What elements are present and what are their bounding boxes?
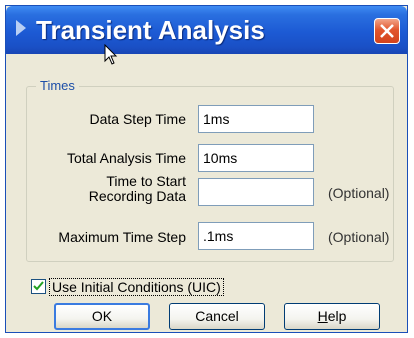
close-icon: [380, 24, 394, 38]
times-group-label: Times: [36, 78, 79, 94]
help-button[interactable]: Help: [284, 303, 380, 330]
ok-button[interactable]: OK: [54, 303, 150, 330]
maximum-time-step-input[interactable]: .1ms: [198, 222, 314, 250]
mouse-pointer-icon: [104, 44, 118, 65]
help-button-text: elp: [327, 308, 347, 324]
data-step-time-input[interactable]: 1ms: [198, 105, 314, 133]
time-to-start-label-line2: Recording Data: [88, 188, 186, 204]
optional-label-max-step: (Optional): [328, 229, 390, 245]
total-analysis-time-input[interactable]: 10ms: [198, 144, 314, 172]
maximum-time-step-label: Maximum Time Step: [58, 229, 186, 245]
checkmark-icon: [33, 281, 44, 291]
window-title: Transient Analysis: [36, 15, 265, 45]
optional-label-start: (Optional): [328, 185, 390, 201]
use-initial-conditions-label[interactable]: Use Initial Conditions (UIC): [49, 278, 224, 296]
total-analysis-time-label: Total Analysis Time: [66, 150, 186, 166]
close-button[interactable]: [374, 18, 400, 44]
play-arrow-icon: [16, 20, 26, 36]
title-bar[interactable]: Transient Analysis: [6, 6, 407, 54]
use-initial-conditions-checkbox[interactable]: [31, 279, 46, 294]
time-to-start-recording-input[interactable]: [198, 178, 314, 206]
data-step-time-label: Data Step Time: [89, 111, 187, 127]
time-to-start-recording-label: Time to Start Recording Data: [46, 174, 186, 204]
transient-analysis-dialog: Transient Analysis Times Data Step Time …: [5, 5, 408, 333]
time-to-start-label-line1: Time to Start: [106, 173, 186, 189]
help-mnemonic: H: [317, 308, 328, 324]
cancel-button[interactable]: Cancel: [169, 303, 265, 330]
